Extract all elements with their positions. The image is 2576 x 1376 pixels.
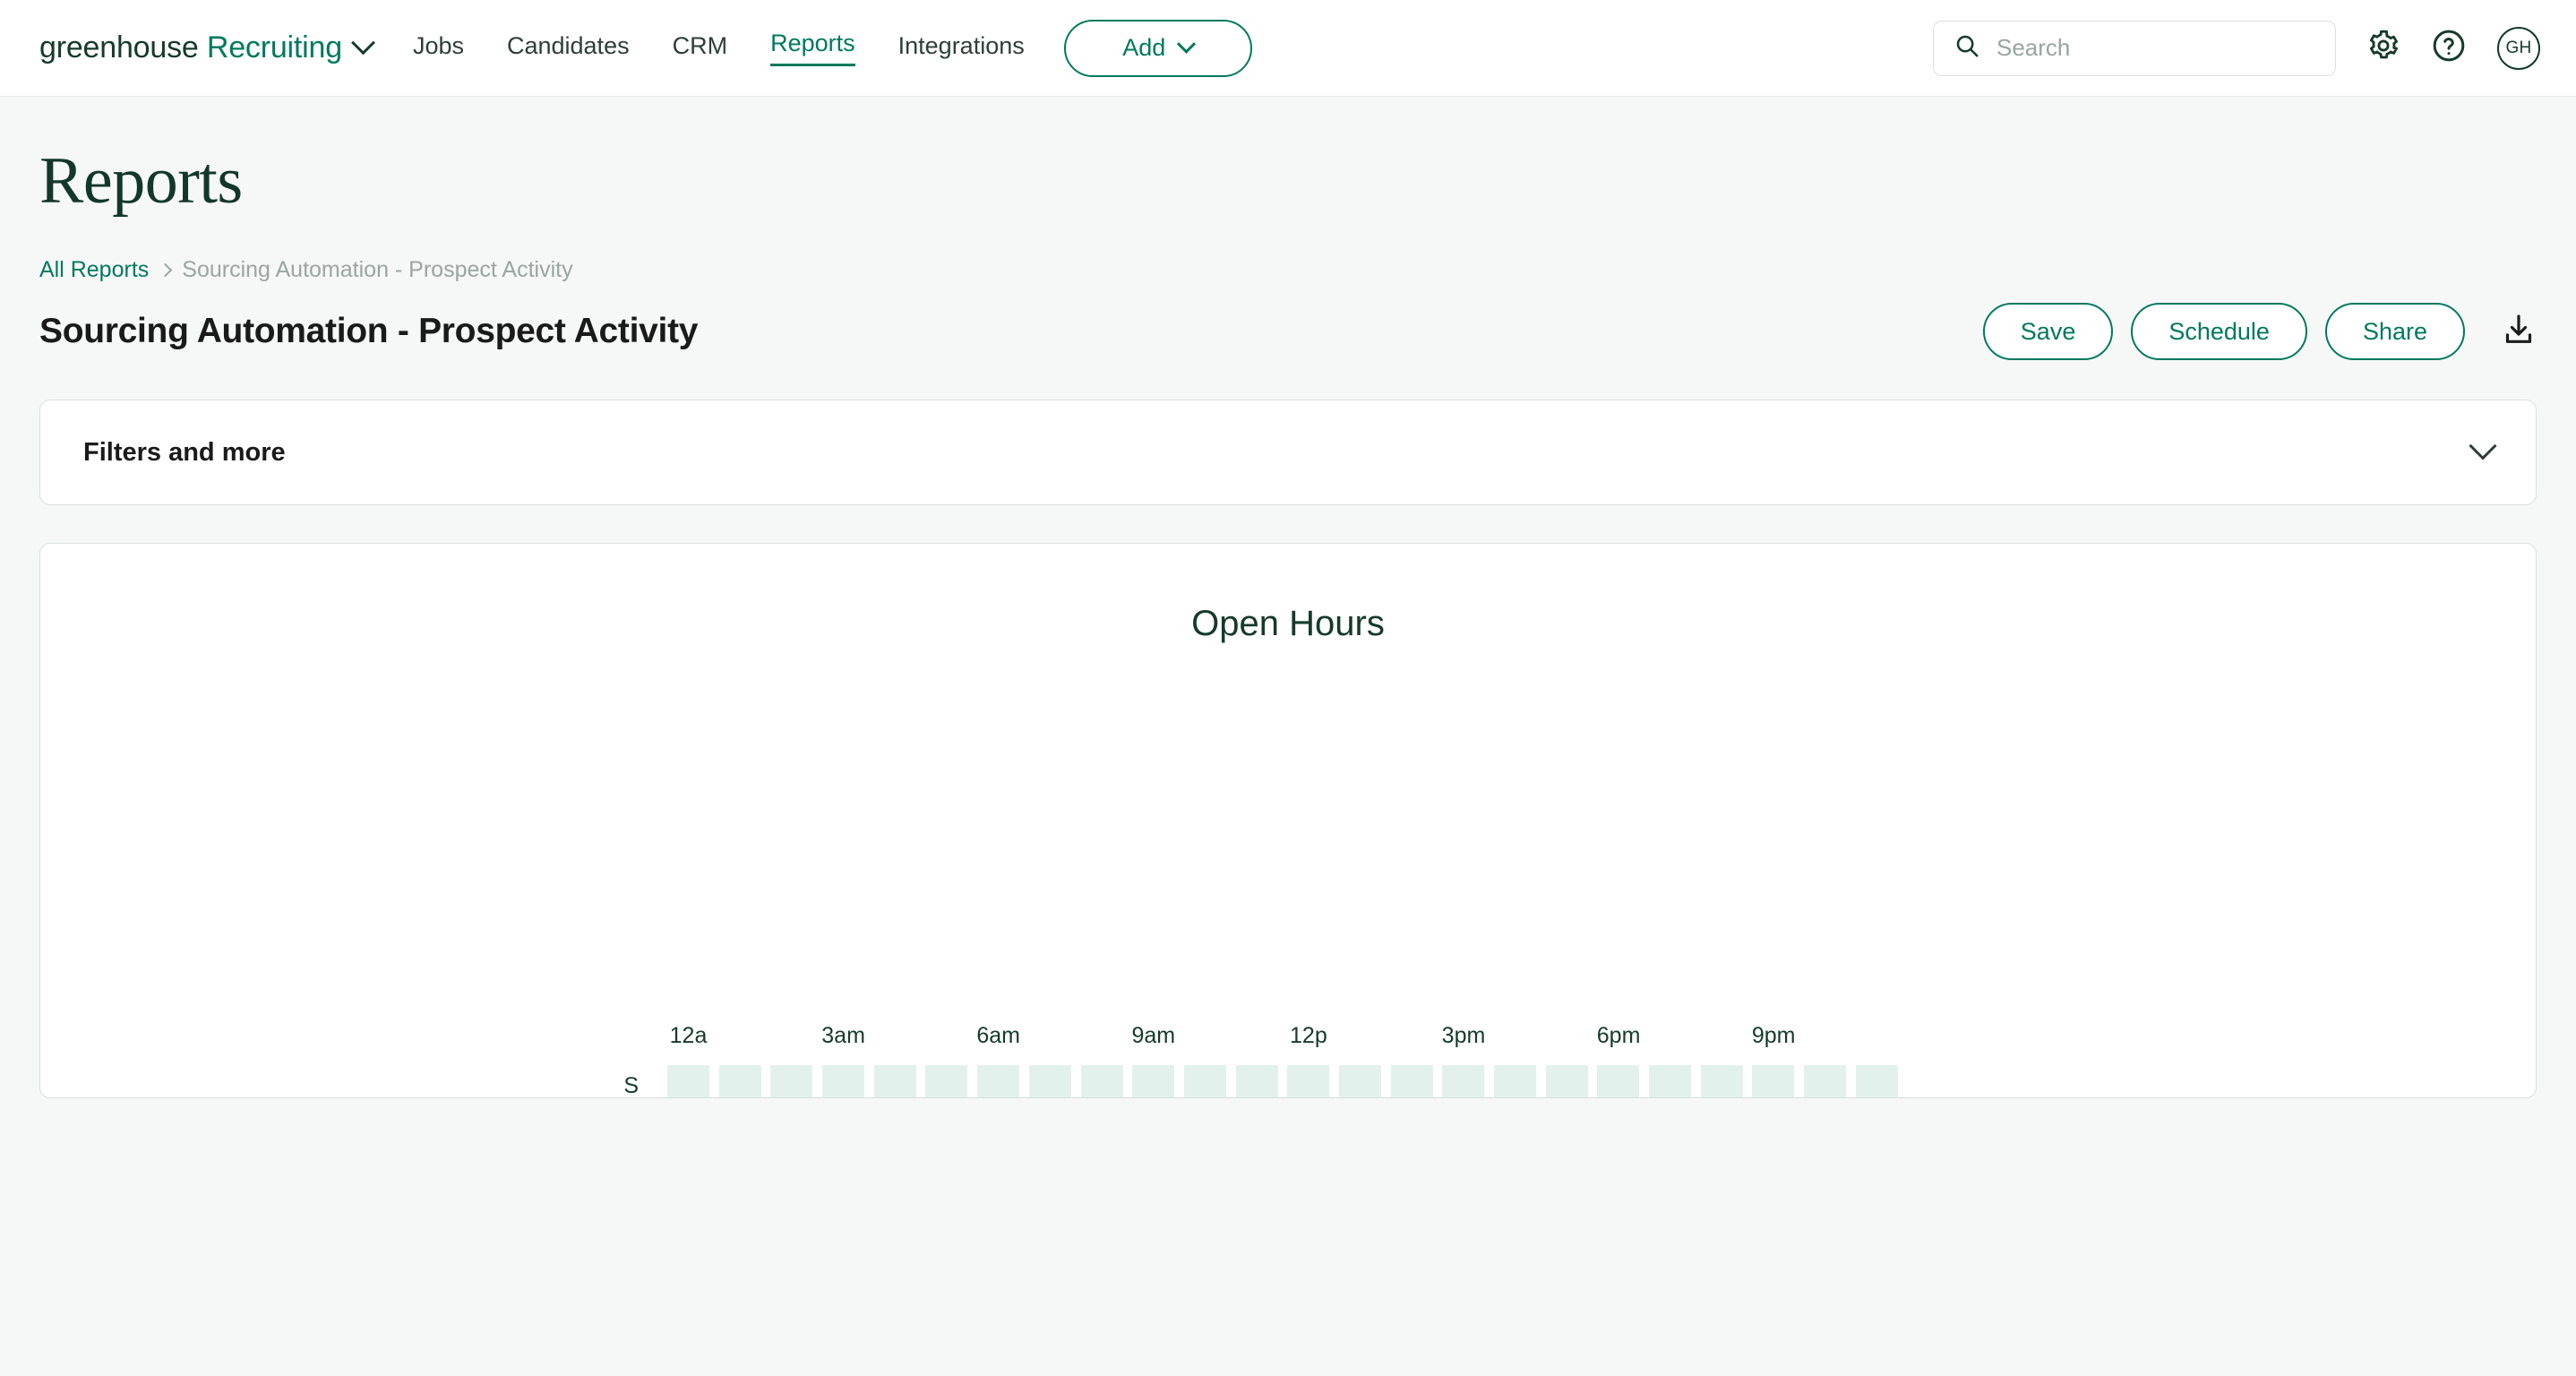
search-icon bbox=[1953, 32, 1980, 64]
heatmap-cell[interactable] bbox=[1752, 1065, 1795, 1097]
heatmap-cell[interactable] bbox=[1855, 1065, 1898, 1097]
heatmap-row-cells bbox=[667, 1065, 1898, 1097]
heatmap-grid: SMTWTHFS bbox=[623, 1061, 1898, 1097]
heatmap-cell[interactable] bbox=[770, 1065, 813, 1097]
report-title: Sourcing Automation - Prospect Activity bbox=[39, 312, 699, 350]
nav-item-reports[interactable]: Reports bbox=[770, 30, 855, 66]
search-input[interactable] bbox=[1996, 34, 2315, 62]
heatmap-cell[interactable] bbox=[1700, 1065, 1743, 1097]
heatmap-cell[interactable] bbox=[1028, 1065, 1071, 1097]
avatar[interactable]: GH bbox=[2497, 26, 2540, 70]
report-actions: Save Schedule Share bbox=[1982, 303, 2537, 360]
brand-logo-secondary: Recruiting bbox=[206, 30, 342, 64]
heatmap-x-tick-label: 12a bbox=[669, 1023, 708, 1048]
nav-item-candidates[interactable]: Candidates bbox=[507, 32, 630, 64]
heatmap-x-tick-label: 12p bbox=[1290, 1023, 1327, 1048]
page-title: Reports bbox=[39, 144, 243, 218]
heatmap-cell[interactable] bbox=[1442, 1065, 1485, 1097]
chevron-down-icon[interactable] bbox=[2469, 432, 2497, 460]
schedule-button[interactable]: Schedule bbox=[2131, 303, 2307, 360]
heatmap-x-axis: 12a 3am 6am 9am 12p 3pm 6pm 9pm bbox=[667, 1023, 1898, 1061]
breadcrumb-all-reports-link[interactable]: All Reports bbox=[39, 257, 149, 283]
heatmap-cell[interactable] bbox=[925, 1065, 968, 1097]
save-button[interactable]: Save bbox=[1982, 303, 2114, 360]
heatmap-x-tick-label: 6pm bbox=[1596, 1023, 1641, 1048]
heatmap-x-tick-label: 3pm bbox=[1441, 1023, 1486, 1048]
heatmap-cell[interactable] bbox=[1649, 1065, 1692, 1097]
filters-and-more-label: Filters and more bbox=[83, 437, 286, 467]
heatmap-cell[interactable] bbox=[873, 1065, 916, 1097]
heatmap-cell[interactable] bbox=[718, 1065, 761, 1097]
heatmap-cell[interactable] bbox=[1183, 1065, 1226, 1097]
brand-logo[interactable]: greenhouse Recruiting bbox=[39, 30, 375, 65]
heatmap-cell[interactable] bbox=[1390, 1065, 1433, 1097]
add-button[interactable]: Add bbox=[1063, 19, 1252, 77]
chevron-right-icon bbox=[158, 262, 173, 278]
page-body: Reports All Reports Sourcing Automation … bbox=[0, 143, 2576, 1098]
heatmap-cell[interactable] bbox=[1804, 1065, 1847, 1097]
report-header-row: Sourcing Automation - Prospect Activity … bbox=[39, 303, 2537, 360]
nav-item-crm[interactable]: CRM bbox=[673, 32, 728, 64]
help-icon bbox=[2431, 28, 2467, 68]
search-box[interactable] bbox=[1933, 20, 2336, 76]
brand-logo-primary: greenhouse bbox=[39, 30, 199, 64]
heatmap-x-tick-label: 3am bbox=[821, 1023, 865, 1048]
download-icon bbox=[2501, 312, 2537, 352]
chart-title: Open Hours bbox=[1191, 604, 1385, 643]
gear-icon bbox=[2366, 29, 2400, 67]
heatmap-cell[interactable] bbox=[1597, 1065, 1640, 1097]
heatmap-cell[interactable] bbox=[1494, 1065, 1536, 1097]
heatmap-cell[interactable] bbox=[1080, 1065, 1123, 1097]
help-button[interactable] bbox=[2431, 28, 2467, 68]
breadcrumb-current: Sourcing Automation - Prospect Activity bbox=[182, 257, 573, 282]
heatmap-cell[interactable] bbox=[1338, 1065, 1381, 1097]
breadcrumb: All Reports Sourcing Automation - Prospe… bbox=[39, 257, 2537, 283]
top-navigation-bar: greenhouse Recruiting Jobs Candidates CR… bbox=[0, 0, 2576, 97]
heatmap-cell[interactable] bbox=[977, 1065, 1020, 1097]
nav-item-jobs[interactable]: Jobs bbox=[413, 32, 464, 64]
chevron-down-icon bbox=[1177, 34, 1197, 54]
heatmap-cell[interactable] bbox=[667, 1065, 709, 1097]
heatmap-x-tick-label: 9pm bbox=[1751, 1023, 1796, 1048]
primary-nav-links: Jobs Candidates CRM Reports Integrations bbox=[413, 30, 1025, 66]
download-button[interactable] bbox=[2501, 312, 2537, 352]
share-button[interactable]: Share bbox=[2324, 303, 2465, 360]
settings-button[interactable] bbox=[2366, 29, 2400, 67]
heatmap-x-tick-label: 6am bbox=[976, 1023, 1021, 1048]
heatmap-cell[interactable] bbox=[1132, 1065, 1175, 1097]
chart-card: Open Hours 12a 3am 6am 9am 12p 3pm 6pm 9pm SMTW… bbox=[39, 543, 2537, 1098]
add-button-label: Add bbox=[1122, 34, 1166, 61]
heatmap-cell[interactable] bbox=[1545, 1065, 1588, 1097]
heatmap-cell[interactable] bbox=[1235, 1065, 1278, 1097]
brand-logo-text: greenhouse Recruiting bbox=[39, 30, 342, 65]
heatmap-row: S bbox=[623, 1061, 1898, 1097]
filters-and-more-panel[interactable]: Filters and more bbox=[39, 400, 2537, 505]
nav-item-integrations[interactable]: Integrations bbox=[898, 32, 1025, 64]
heatmap-cell[interactable] bbox=[822, 1065, 865, 1097]
nav-right-group: GH bbox=[1933, 0, 2540, 96]
heatmap-cell[interactable] bbox=[1287, 1065, 1330, 1097]
heatmap: 12a 3am 6am 9am 12p 3pm 6pm 9pm SMTWTHFS bbox=[623, 1023, 1898, 1097]
heatmap-x-tick-label: 9am bbox=[1131, 1023, 1176, 1048]
chevron-down-icon[interactable] bbox=[351, 30, 375, 56]
